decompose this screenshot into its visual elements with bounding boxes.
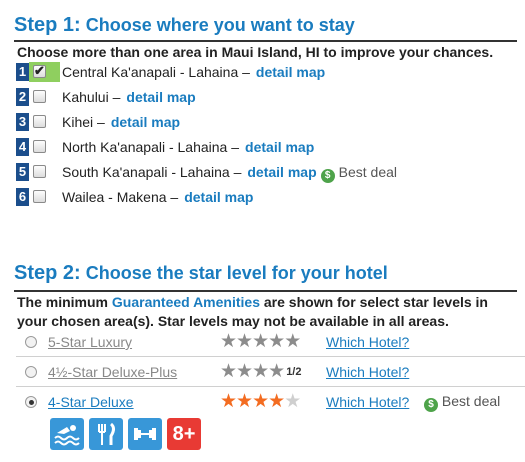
area-checkbox[interactable]: [33, 90, 46, 103]
half-star-label: 1/2: [286, 366, 302, 378]
area-number: 1: [16, 63, 29, 81]
area-name: Kahului –: [62, 89, 121, 105]
star-level-radio[interactable]: [25, 396, 37, 408]
step1-instructions: Choose more than one area in Maui Island…: [17, 44, 494, 60]
star-icon: ★: [268, 391, 285, 412]
step2-title: Step 2: Choose the star level for your h…: [14, 262, 388, 284]
detail-map-link[interactable]: detail map: [247, 164, 316, 180]
area-checkbox[interactable]: [33, 115, 46, 128]
star-level-label[interactable]: 4½-Star Deluxe-Plus: [48, 364, 177, 380]
which-hotel-link[interactable]: Which Hotel?: [326, 364, 409, 380]
area-number: 3: [16, 113, 29, 131]
star-icon: ★: [220, 361, 237, 382]
pool-icon: [50, 418, 84, 450]
area-row-north-kaanapali[interactable]: 4 North Ka'anapali - Lahaina – detail map: [16, 137, 496, 159]
which-hotel-link[interactable]: Which Hotel?: [326, 334, 409, 350]
star-icon: ★: [252, 361, 269, 382]
detail-map-link[interactable]: detail map: [111, 114, 180, 130]
star-icon: ★: [236, 391, 253, 412]
area-row-central-kaanapali[interactable]: 1 ✔ Central Ka'anapali - Lahaina – detail…: [16, 62, 496, 84]
area-name: Kihei –: [62, 114, 105, 130]
best-deal: $ Best deal: [420, 393, 500, 412]
star-level-row-5[interactable]: 5-Star Luxury ★★★★★ Which Hotel?: [16, 328, 525, 357]
star-icon: ★: [268, 331, 285, 352]
area-number: 6: [16, 188, 29, 206]
star-level-label[interactable]: 4-Star Deluxe: [48, 394, 134, 410]
area-row-wailea-makena[interactable]: 6 Wailea - Makena – detail map: [16, 187, 496, 209]
star-rating: ★★★★★: [220, 391, 301, 412]
star-level-label[interactable]: 5-Star Luxury: [48, 334, 132, 350]
area-row-kahului[interactable]: 2 Kahului – detail map: [16, 87, 496, 109]
step2-instructions: The minimum Guaranteed Amenities are sho…: [17, 294, 488, 329]
area-checkbox[interactable]: [33, 165, 46, 178]
detail-map-link[interactable]: detail map: [184, 189, 253, 205]
fitness-icon: [128, 418, 162, 450]
area-checkbox[interactable]: [33, 140, 46, 153]
area-name: North Ka'anapali - Lahaina –: [62, 139, 240, 155]
area-name: Wailea - Makena –: [62, 189, 179, 205]
best-deal-icon: $: [320, 169, 335, 183]
area-checkbox[interactable]: [33, 190, 46, 203]
age-restriction-icon: 8+: [167, 418, 201, 450]
detail-map-link[interactable]: detail map: [245, 139, 314, 155]
best-deal-icon: $: [424, 398, 438, 412]
area-row-south-kaanapali[interactable]: 5 South Ka'anapali - Lahaina – detail map…: [16, 162, 496, 184]
checkmark-icon: ✔: [34, 63, 45, 78]
star-icon: ★: [236, 361, 253, 382]
guaranteed-amenities-link[interactable]: Guaranteed Amenities: [112, 294, 260, 310]
which-hotel-link[interactable]: Which Hotel?: [326, 394, 409, 410]
restaurant-icon: [89, 418, 123, 450]
star-level-radio[interactable]: [25, 336, 37, 348]
star-icon: ★: [220, 391, 237, 412]
star-rating: ★★★★ 1/2: [220, 362, 301, 382]
star-icon: ★: [284, 391, 301, 412]
area-name: South Ka'anapali - Lahaina –: [62, 164, 242, 180]
star-icon: ★: [252, 391, 269, 412]
area-number: 4: [16, 138, 29, 156]
area-checkbox[interactable]: ✔: [33, 63, 46, 78]
star-icon: ★: [252, 331, 269, 352]
radio-selected-dot: [29, 400, 34, 405]
area-number: 2: [16, 88, 29, 106]
star-rating: ★★★★★: [220, 331, 301, 352]
star-level-row-4-5[interactable]: 4½-Star Deluxe-Plus ★★★★ 1/2 Which Hotel?: [16, 358, 525, 387]
step1-header: Step 1: Choose where you want to stay: [14, 6, 517, 42]
detail-map-link[interactable]: detail map: [126, 89, 195, 105]
area-row-kihei[interactable]: 3 Kihei – detail map: [16, 112, 496, 134]
star-icon: ★: [284, 331, 301, 352]
star-icon: ★: [268, 361, 285, 382]
step1-title: Step 1: Choose where you want to stay: [14, 14, 355, 36]
best-deal-label: Best deal: [441, 393, 501, 409]
area-number: 5: [16, 163, 29, 181]
detail-map-link[interactable]: detail map: [256, 64, 325, 80]
best-deal-label: Best deal: [338, 164, 397, 180]
star-level-row-4[interactable]: 4-Star Deluxe ★★★★★ Which Hotel? $ Best …: [16, 388, 525, 417]
step2-header: Step 2: Choose the star level for your h…: [14, 257, 517, 292]
area-name: Central Ka'anapali - Lahaina –: [62, 64, 250, 80]
star-icon: ★: [236, 331, 253, 352]
star-level-radio[interactable]: [25, 366, 37, 378]
star-icon: ★: [220, 331, 237, 352]
